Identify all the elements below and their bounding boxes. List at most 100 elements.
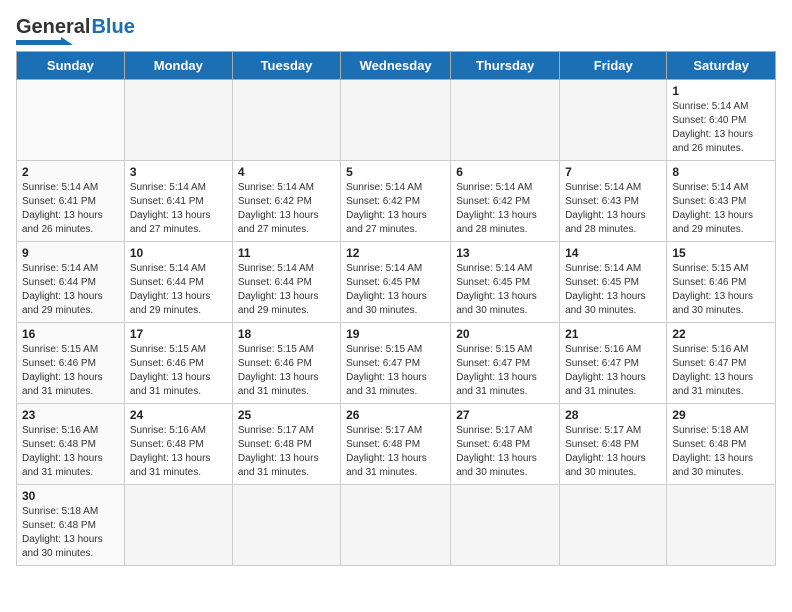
day-number: 19 [346, 327, 445, 341]
day-number: 20 [456, 327, 554, 341]
calendar-cell [232, 80, 340, 161]
day-info: Sunrise: 5:17 AM Sunset: 6:48 PM Dayligh… [456, 424, 554, 480]
day-number: 1 [672, 84, 770, 98]
day-number: 7 [565, 165, 661, 179]
calendar-cell [451, 80, 560, 161]
day-info: Sunrise: 5:15 AM Sunset: 6:47 PM Dayligh… [456, 343, 554, 399]
day-info: Sunrise: 5:15 AM Sunset: 6:47 PM Dayligh… [346, 343, 445, 399]
calendar-cell [232, 485, 340, 566]
day-number: 24 [130, 408, 227, 422]
day-number: 5 [346, 165, 445, 179]
calendar-cell: 28 Sunrise: 5:17 AM Sunset: 6:48 PM Dayli… [560, 404, 667, 485]
calendar-table: SundayMondayTuesdayWednesdayThursdayFrid… [16, 51, 776, 566]
week-row-3: 16Sunrise: 5:15 AM Sunset: 6:46 PM Dayli… [17, 323, 776, 404]
day-number: 26 [346, 408, 445, 422]
day-number: 17 [130, 327, 227, 341]
calendar-cell: 10 Sunrise: 5:14 AM Sunset: 6:44 PM Dayli… [124, 242, 232, 323]
calendar-cell: 19 Sunrise: 5:15 AM Sunset: 6:47 PM Dayli… [341, 323, 451, 404]
calendar-cell: 4 Sunrise: 5:14 AM Sunset: 6:42 PM Daylig… [232, 161, 340, 242]
day-number: 23 [22, 408, 119, 422]
calendar-cell [124, 80, 232, 161]
calendar-cell: 14 Sunrise: 5:14 AM Sunset: 6:45 PM Dayli… [560, 242, 667, 323]
day-info: Sunrise: 5:14 AM Sunset: 6:44 PM Dayligh… [130, 262, 227, 318]
day-number: 8 [672, 165, 770, 179]
day-number: 15 [672, 246, 770, 260]
day-header-monday: Monday [124, 52, 232, 80]
calendar-cell: 8 Sunrise: 5:14 AM Sunset: 6:43 PM Daylig… [667, 161, 776, 242]
day-info: Sunrise: 5:14 AM Sunset: 6:42 PM Dayligh… [238, 181, 335, 237]
day-info: Sunrise: 5:14 AM Sunset: 6:45 PM Dayligh… [346, 262, 445, 318]
day-header-friday: Friday [560, 52, 667, 80]
calendar-cell: 29Sunrise: 5:18 AM Sunset: 6:48 PM Dayli… [667, 404, 776, 485]
day-info: Sunrise: 5:14 AM Sunset: 6:41 PM Dayligh… [22, 181, 119, 237]
day-number: 12 [346, 246, 445, 260]
day-number: 4 [238, 165, 335, 179]
calendar-cell: 12 Sunrise: 5:14 AM Sunset: 6:45 PM Dayli… [341, 242, 451, 323]
day-number: 21 [565, 327, 661, 341]
calendar-cell: 9 Sunrise: 5:14 AM Sunset: 6:44 PM Daylig… [17, 242, 125, 323]
day-number: 22 [672, 327, 770, 341]
day-info: Sunrise: 5:15 AM Sunset: 6:46 PM Dayligh… [130, 343, 227, 399]
day-info: Sunrise: 5:14 AM Sunset: 6:44 PM Dayligh… [22, 262, 119, 318]
calendar-cell: 20 Sunrise: 5:15 AM Sunset: 6:47 PM Dayli… [451, 323, 560, 404]
day-number: 28 [565, 408, 661, 422]
calendar-cell: 24 Sunrise: 5:16 AM Sunset: 6:48 PM Dayli… [124, 404, 232, 485]
calendar-cell: 27Sunrise: 5:17 AM Sunset: 6:48 PM Dayli… [451, 404, 560, 485]
day-header-tuesday: Tuesday [232, 52, 340, 80]
day-info: Sunrise: 5:14 AM Sunset: 6:40 PM Dayligh… [672, 100, 770, 156]
calendar-cell [17, 80, 125, 161]
day-info: Sunrise: 5:14 AM Sunset: 6:42 PM Dayligh… [346, 181, 445, 237]
week-row-0: 1 Sunrise: 5:14 AM Sunset: 6:40 PM Daylig… [17, 80, 776, 161]
day-number: 2 [22, 165, 119, 179]
day-number: 29 [672, 408, 770, 422]
day-info: Sunrise: 5:14 AM Sunset: 6:43 PM Dayligh… [565, 181, 661, 237]
day-number: 18 [238, 327, 335, 341]
day-number: 25 [238, 408, 335, 422]
calendar-cell [667, 485, 776, 566]
calendar-cell: 18 Sunrise: 5:15 AM Sunset: 6:46 PM Dayli… [232, 323, 340, 404]
day-info: Sunrise: 5:17 AM Sunset: 6:48 PM Dayligh… [565, 424, 661, 480]
day-info: Sunrise: 5:15 AM Sunset: 6:46 PM Dayligh… [672, 262, 770, 318]
day-info: Sunrise: 5:14 AM Sunset: 6:41 PM Dayligh… [130, 181, 227, 237]
day-info: Sunrise: 5:14 AM Sunset: 6:45 PM Dayligh… [456, 262, 554, 318]
calendar-cell: 21Sunrise: 5:16 AM Sunset: 6:47 PM Dayli… [560, 323, 667, 404]
day-info: Sunrise: 5:14 AM Sunset: 6:43 PM Dayligh… [672, 181, 770, 237]
day-number: 14 [565, 246, 661, 260]
week-row-4: 23 Sunrise: 5:16 AM Sunset: 6:48 PM Dayli… [17, 404, 776, 485]
calendar-cell: 5 Sunrise: 5:14 AM Sunset: 6:42 PM Daylig… [341, 161, 451, 242]
day-number: 10 [130, 246, 227, 260]
week-row-1: 2 Sunrise: 5:14 AM Sunset: 6:41 PM Daylig… [17, 161, 776, 242]
day-info: Sunrise: 5:16 AM Sunset: 6:47 PM Dayligh… [672, 343, 770, 399]
logo-blue: Blue [91, 16, 134, 39]
day-info: Sunrise: 5:14 AM Sunset: 6:45 PM Dayligh… [565, 262, 661, 318]
calendar-cell: 25 Sunrise: 5:17 AM Sunset: 6:48 PM Dayli… [232, 404, 340, 485]
day-number: 3 [130, 165, 227, 179]
logo-general: General [16, 16, 90, 39]
calendar-cell: 16Sunrise: 5:15 AM Sunset: 6:46 PM Dayli… [17, 323, 125, 404]
calendar-cell [341, 80, 451, 161]
day-info: Sunrise: 5:17 AM Sunset: 6:48 PM Dayligh… [346, 424, 445, 480]
calendar-cell: 3 Sunrise: 5:14 AM Sunset: 6:41 PM Daylig… [124, 161, 232, 242]
day-info: Sunrise: 5:14 AM Sunset: 6:42 PM Dayligh… [456, 181, 554, 237]
day-info: Sunrise: 5:15 AM Sunset: 6:46 PM Dayligh… [238, 343, 335, 399]
calendar-cell: 22 Sunrise: 5:16 AM Sunset: 6:47 PM Dayli… [667, 323, 776, 404]
calendar-cell [560, 485, 667, 566]
day-header-wednesday: Wednesday [341, 52, 451, 80]
logo: General Blue [16, 16, 135, 45]
day-info: Sunrise: 5:16 AM Sunset: 6:48 PM Dayligh… [130, 424, 227, 480]
calendar-cell [560, 80, 667, 161]
calendar-cell: 15 Sunrise: 5:15 AM Sunset: 6:46 PM Dayli… [667, 242, 776, 323]
calendar-cell: 7 Sunrise: 5:14 AM Sunset: 6:43 PM Daylig… [560, 161, 667, 242]
day-info: Sunrise: 5:15 AM Sunset: 6:46 PM Dayligh… [22, 343, 119, 399]
header: General Blue [16, 16, 776, 45]
day-number: 9 [22, 246, 119, 260]
day-info: Sunrise: 5:16 AM Sunset: 6:48 PM Dayligh… [22, 424, 119, 480]
day-number: 30 [22, 489, 119, 503]
day-header-sunday: Sunday [17, 52, 125, 80]
week-row-2: 9 Sunrise: 5:14 AM Sunset: 6:44 PM Daylig… [17, 242, 776, 323]
week-row-5: 30Sunrise: 5:18 AM Sunset: 6:48 PM Dayli… [17, 485, 776, 566]
calendar-cell: 13Sunrise: 5:14 AM Sunset: 6:45 PM Dayli… [451, 242, 560, 323]
calendar-cell: 6Sunrise: 5:14 AM Sunset: 6:42 PM Daylig… [451, 161, 560, 242]
calendar-cell [124, 485, 232, 566]
day-info: Sunrise: 5:17 AM Sunset: 6:48 PM Dayligh… [238, 424, 335, 480]
